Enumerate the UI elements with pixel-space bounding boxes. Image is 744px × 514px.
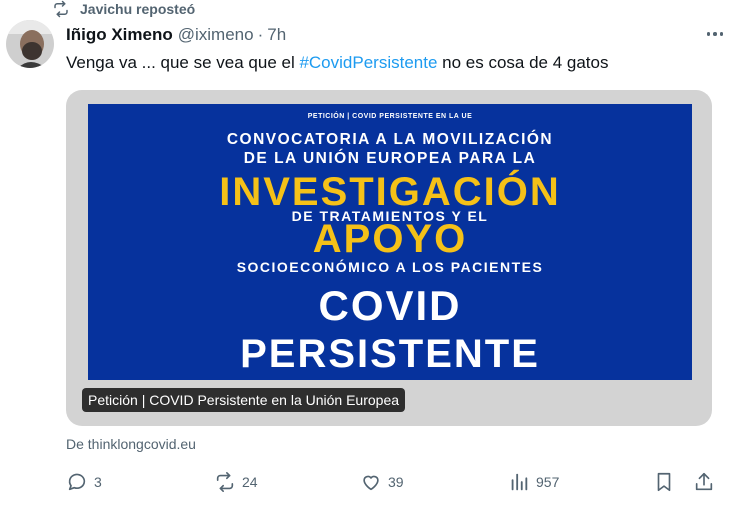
repost-icon (54, 0, 68, 18)
more-dot (713, 32, 717, 36)
more-options-button[interactable] (702, 22, 728, 46)
poster-small-header: PETICIÓN | COVID PERSISTENTE EN LA UE (307, 113, 473, 120)
poster-line: DE LA UNIÓN EUROPEA PARA LA (243, 150, 537, 167)
author-handle[interactable]: @iximeno (178, 25, 254, 45)
like-button[interactable]: 39 (360, 470, 404, 494)
reply-count: 3 (94, 474, 102, 490)
share-icon (695, 472, 713, 491)
repost-icon (216, 472, 234, 492)
like-count: 39 (388, 474, 404, 490)
link-card[interactable]: PETICIÓN | COVID PERSISTENTE EN LA UE CO… (66, 90, 712, 426)
views-chart-icon (511, 473, 528, 491)
repost-indicator[interactable]: Javichu reposteó (52, 0, 195, 18)
bookmark-icon (657, 472, 671, 492)
timestamp[interactable]: 7h (267, 25, 286, 45)
bookmark-button[interactable] (652, 470, 676, 494)
separator-dot: · (257, 25, 264, 44)
share-button[interactable] (692, 470, 716, 494)
more-dot (706, 32, 711, 36)
tweet-text: Venga va ... que se vea que el #CovidPer… (66, 52, 608, 74)
avatar-image (6, 20, 54, 68)
views-count: 957 (536, 474, 560, 490)
views-button[interactable]: 957 (508, 470, 559, 494)
card-poster-image: PETICIÓN | COVID PERSISTENTE EN LA UE CO… (88, 104, 692, 380)
poster-line: CONVOCATORIA A LA MOVILIZACIÓN (226, 131, 554, 148)
avatar[interactable] (6, 20, 54, 68)
poster-title: PERSISTENTE (240, 332, 540, 376)
tweet-text-before: Venga va ... que se vea que el (66, 53, 300, 72)
repost-count: 24 (242, 474, 258, 490)
tweet-header: Iñigo Ximeno @iximeno · 7h (66, 25, 286, 45)
poster-headline: APOYO (312, 217, 468, 261)
poster-line: SOCIOECONÓMICO A LOS PACIENTES (236, 259, 544, 275)
hashtag-link[interactable]: #CovidPersistente (299, 53, 437, 72)
poster-title: COVID (318, 282, 462, 329)
reply-button[interactable]: 3 (66, 470, 102, 494)
more-dot (719, 32, 724, 36)
repost-label: Javichu reposteó (80, 1, 196, 17)
card-source-link[interactable]: De thinklongcovid.eu (66, 436, 196, 452)
reply-icon (68, 473, 86, 491)
tweet-text-after: no es cosa de 4 gatos (437, 53, 609, 72)
card-title-label: Petición | COVID Persistente en la Unión… (82, 388, 406, 412)
author-name[interactable]: Iñigo Ximeno (66, 25, 173, 45)
repost-button[interactable]: 24 (214, 470, 258, 494)
heart-icon (363, 475, 379, 491)
